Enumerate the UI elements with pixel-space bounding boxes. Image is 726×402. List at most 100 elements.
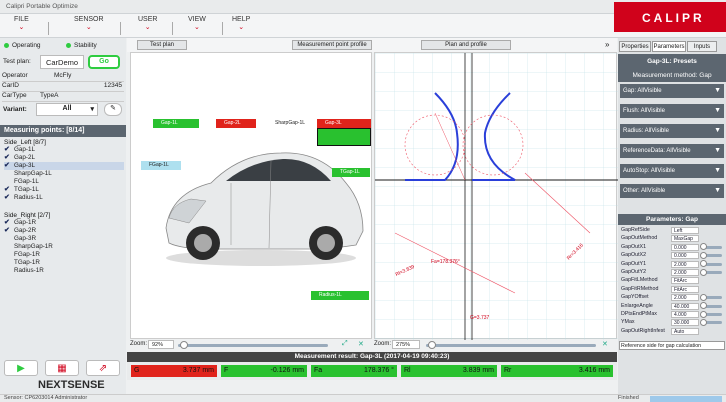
param-slider-knob[interactable] <box>700 293 707 301</box>
tab-measurement-point-profile[interactable]: Measurement point profile <box>292 40 372 50</box>
expand-icon[interactable]: ✕ <box>602 340 608 348</box>
param-value[interactable]: FitArc <box>671 285 699 293</box>
preset-dropdown[interactable]: ReferenceData: AllVisible ▼ <box>620 144 724 158</box>
zoom-right-knob[interactable] <box>428 341 436 349</box>
param-value[interactable]: FitArc <box>671 277 699 285</box>
param-value[interactable]: 0.000 <box>671 252 699 260</box>
menu-file[interactable]: FILE ⌄ <box>14 16 29 31</box>
car-flag-gap-2l[interactable]: Gap-2L <box>216 119 256 128</box>
variant-select[interactable]: All ▾ <box>36 103 98 116</box>
measuring-points-tree: Side_Left [8/7] ✔ Gap-1L ✔ Gap-2L ✔ Gap-3L Sha… <box>4 139 124 275</box>
tree-group-left[interactable]: Side_Left [8/7] <box>4 139 124 146</box>
zoom-right-input[interactable]: 275% <box>392 340 420 349</box>
tab-test-plan[interactable]: Test plan <box>137 40 187 50</box>
car-flag-tgap-1l[interactable]: TGap-1L <box>332 168 370 177</box>
tree-item[interactable]: Gap-3R <box>4 235 124 243</box>
export-button[interactable]: ⇗ <box>86 360 120 376</box>
car-view-pane[interactable]: Gap-1L Gap-2L SharpGap-1L Gap-3L FGap-1L… <box>130 52 372 339</box>
menu-view[interactable]: VIEW ⌄ <box>188 16 206 31</box>
param-row: DPtsEndPtMax 4.000 <box>620 310 724 319</box>
tree-item[interactable]: ✔ Gap-3L <box>4 162 124 170</box>
tree-item[interactable]: ✔ Gap-2L <box>4 154 124 162</box>
param-slider-knob[interactable] <box>700 260 707 268</box>
car-flag-gap-1l[interactable]: Gap-1L <box>153 119 199 128</box>
zoom-right-slider[interactable] <box>426 344 596 347</box>
car-flag-radius-1l[interactable]: Radius-1L <box>311 291 369 300</box>
tab-plan-and-profile[interactable]: Plan and profile <box>421 40 511 50</box>
car-flag-sharpgap-1l[interactable]: SharpGap-1L <box>267 119 309 128</box>
tree-item[interactable]: SharpGap-1R <box>4 243 124 251</box>
testplan-input[interactable]: CarDemo <box>40 55 84 69</box>
tree-item-label: SharpGap-1R <box>14 243 53 250</box>
tree-item[interactable]: ✔ Radius-1L <box>4 194 124 202</box>
param-slider-knob[interactable] <box>700 302 707 310</box>
param-value[interactable]: MaxGap <box>671 235 699 243</box>
chevron-down-icon: ▼ <box>714 147 721 154</box>
param-value[interactable]: 2.000 <box>671 294 699 302</box>
cartype-value[interactable]: TypeA <box>40 92 58 99</box>
tree-item[interactable]: FGap-1R <box>4 251 124 259</box>
chevron-down-icon: ▼ <box>714 127 721 134</box>
zoom-left-knob[interactable] <box>180 341 188 349</box>
edit-variant-button[interactable]: ✎ <box>104 103 122 116</box>
go-button[interactable]: Go <box>88 55 120 69</box>
tree-item[interactable]: ✔ TGap-1L <box>4 186 124 194</box>
preset-dropdown[interactable]: Gap: AllVisible ▼ <box>620 84 724 98</box>
car-flag-gap-3l[interactable]: Gap-3L <box>317 119 371 128</box>
carid-value[interactable]: 12345 <box>104 82 122 89</box>
preset-dropdown-label: Flush: AllVisible <box>623 108 665 114</box>
param-value[interactable]: 4.000 <box>671 311 699 318</box>
status-dot-icon <box>66 43 71 48</box>
preset-dropdown[interactable]: Radius: AllVisible ▼ <box>620 124 724 138</box>
tree-item[interactable]: SharpGap-1L <box>4 170 124 178</box>
preset-dropdown[interactable]: Other: AllVisible ▼ <box>620 184 724 198</box>
tab-parameters[interactable]: Parameters <box>652 41 686 52</box>
param-value[interactable]: 2.000 <box>671 269 699 276</box>
tab-properties[interactable]: Properties <box>619 41 651 52</box>
param-slider-knob[interactable] <box>700 268 707 276</box>
grid-button[interactable]: ▦ <box>45 360 79 376</box>
tree-item[interactable]: ✔ Gap-1R <box>4 219 124 227</box>
param-slider-knob[interactable] <box>700 318 707 326</box>
status-bar: Sensor: CP6203014 Administrator Finished <box>0 394 726 402</box>
param-value[interactable]: Left <box>671 227 699 234</box>
tree-item-label: Gap-2L <box>14 154 36 161</box>
tree-item[interactable]: FGap-1L <box>4 178 124 186</box>
param-value[interactable]: 2.000 <box>671 260 699 268</box>
param-row: GapFitRMethod FitArc <box>620 285 724 294</box>
play-button[interactable]: ▶ <box>4 360 38 376</box>
menu-help[interactable]: HELP ⌄ <box>232 16 250 31</box>
param-slider-knob[interactable] <box>700 243 707 251</box>
param-value[interactable]: 30.000 <box>671 319 699 327</box>
car-flag-fgap-1l[interactable]: FGap-1L <box>141 161 181 170</box>
operator-value[interactable]: McFly <box>54 72 71 79</box>
tree-item[interactable]: TGap-1R <box>4 259 124 267</box>
tree-item[interactable]: Radius-1R <box>4 267 124 275</box>
status-operating: Operating <box>12 42 41 49</box>
gap-3l-detail-table <box>317 128 371 146</box>
param-value[interactable]: Auto <box>671 327 699 335</box>
variant-label: Variant: <box>3 106 27 113</box>
param-key: GapOutX2 <box>621 252 647 259</box>
nextsense-logo: NEXTSENSE <box>38 379 105 391</box>
tab-inputs[interactable]: Inputs <box>687 41 717 52</box>
param-value[interactable]: 40.000 <box>671 302 699 310</box>
preset-dropdown[interactable]: AutoStop: AllVisible ▼ <box>620 164 724 178</box>
param-key: DPtsEndPtMax <box>621 311 657 317</box>
menu-sensor[interactable]: SENSOR ⌄ <box>74 16 104 31</box>
tree-group-right[interactable]: Side_Right [2/7] <box>4 212 124 219</box>
tree-item[interactable]: ✔ Gap-2R <box>4 227 124 235</box>
fit-icon[interactable]: ⤢ <box>342 340 348 348</box>
zoom-left-slider[interactable] <box>178 344 328 347</box>
chevron-down-icon: ▼ <box>714 187 721 194</box>
menu-user[interactable]: USER ⌄ <box>138 16 157 31</box>
profile-plot-pane[interactable]: Fa=178.376° G=3.737 Rl=3.839 Rr=3.416 <box>374 52 618 340</box>
zoom-left-input[interactable]: 92% <box>148 340 174 349</box>
param-slider-knob[interactable] <box>700 251 707 259</box>
expand-icon[interactable]: ✕ <box>358 340 364 348</box>
preset-dropdown[interactable]: Flush: AllVisible ▼ <box>620 104 724 118</box>
tree-item[interactable]: ✔ Gap-1L <box>4 146 124 154</box>
collapse-right-icon[interactable]: » <box>605 40 609 49</box>
param-slider-knob[interactable] <box>700 310 707 318</box>
param-value[interactable]: 0.000 <box>671 243 699 251</box>
